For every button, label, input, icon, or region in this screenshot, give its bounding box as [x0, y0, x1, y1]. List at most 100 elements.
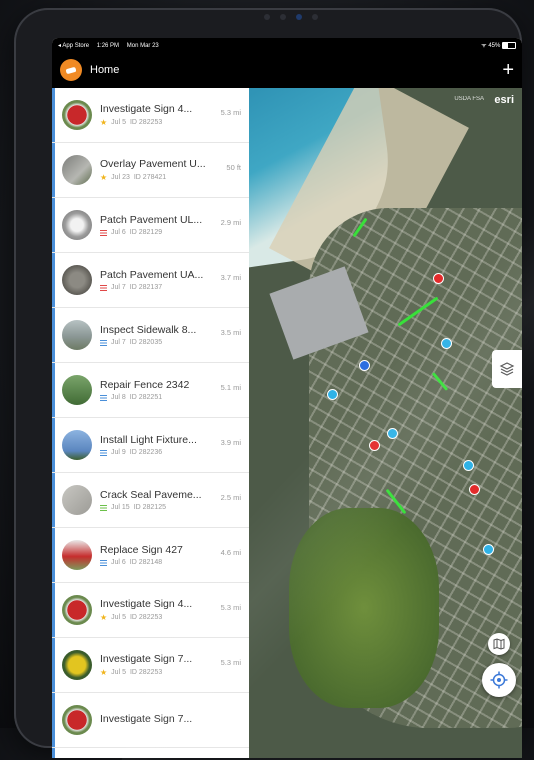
work-order-row[interactable]: Investigate Sign 4... ★ Jul 5 ID 282253 5.3 …	[52, 583, 249, 638]
app-logo-icon[interactable]	[60, 59, 82, 81]
work-order-distance: 50 ft	[226, 163, 241, 172]
work-order-thumbnail	[62, 265, 92, 295]
work-order-distance: 3.7 mi	[220, 273, 241, 282]
work-order-id: ID 282137	[129, 284, 163, 291]
work-order-row[interactable]: Install Light Fixture... Jul 9 ID 282236 3.…	[52, 418, 249, 473]
work-order-row[interactable]: Replace Sign 427 Jul 6 ID 282148 4.6 mi	[52, 528, 249, 583]
back-to-app-link[interactable]: ◂ App Store	[58, 43, 89, 49]
status-bar: ◂ App Store 1:26 PM Mon Mar 23 ᯤ 45%	[52, 38, 522, 52]
work-order-info: Investigate Sign 7...	[100, 713, 249, 728]
work-order-id: ID 282129	[129, 229, 163, 236]
work-order-date: Jul 6	[111, 559, 126, 566]
priority-bars-icon	[100, 339, 107, 346]
star-icon: ★	[100, 668, 108, 677]
work-order-pin[interactable]	[463, 460, 474, 471]
tablet-frame: ◂ App Store 1:26 PM Mon Mar 23 ᯤ 45% Hom…	[14, 8, 522, 758]
layers-icon	[499, 362, 515, 376]
work-order-meta: Jul 7 ID 282137	[100, 284, 249, 291]
work-order-distance: 3.5 mi	[220, 328, 241, 337]
work-order-date: Jul 7	[111, 284, 126, 291]
work-order-pin[interactable]	[433, 273, 444, 284]
work-order-row[interactable]: Crack Seal Paveme... Jul 15 ID 282125 2.5 m…	[52, 473, 249, 528]
work-order-id: ID 282251	[129, 394, 163, 401]
basemap-button[interactable]	[488, 633, 510, 655]
work-order-id: ID 282253	[129, 614, 163, 621]
app-screen: ◂ App Store 1:26 PM Mon Mar 23 ᯤ 45% Hom…	[52, 38, 522, 758]
map-view[interactable]: USDA FSA esri	[249, 88, 522, 758]
work-order-date: Jul 9	[111, 449, 126, 456]
work-order-id: ID 282035	[129, 339, 163, 346]
add-work-order-button[interactable]: +	[502, 60, 514, 80]
star-icon: ★	[100, 118, 108, 127]
priority-bars-icon	[100, 229, 107, 236]
work-order-date: Jul 5	[111, 119, 126, 126]
work-order-pin[interactable]	[469, 484, 480, 495]
status-time: 1:26 PM	[96, 42, 120, 49]
work-order-thumbnail	[62, 650, 92, 680]
work-order-row[interactable]: Patch Pavement UA... Jul 7 ID 282137 3.7 mi	[52, 253, 249, 308]
work-order-id: ID 282236	[129, 449, 163, 456]
work-order-date: Jul 15	[111, 504, 130, 511]
wifi-icon: ᯤ	[481, 43, 487, 49]
work-order-title: Investigate Sign 7...	[100, 712, 193, 725]
star-icon: ★	[100, 173, 108, 182]
work-order-thumbnail	[62, 430, 92, 460]
work-order-meta: ★ Jul 5 ID 282253	[100, 668, 249, 677]
priority-bars-icon	[100, 504, 107, 511]
work-order-list[interactable]: Investigate Sign 4... ★ Jul 5 ID 282253 5.3 …	[52, 88, 250, 758]
nav-bar: Home +	[52, 52, 522, 88]
work-order-meta: Jul 9 ID 282236	[100, 449, 249, 456]
work-order-row[interactable]: Investigate Sign 7...	[52, 693, 249, 748]
work-order-thumbnail	[62, 705, 92, 735]
work-order-row[interactable]: Patch Pavement UL... Jul 6 ID 282129 2.9 mi	[52, 198, 249, 253]
battery-icon	[502, 41, 516, 49]
work-order-pin[interactable]	[327, 389, 338, 400]
layers-button[interactable]	[492, 350, 522, 388]
work-order-id: ID 278421	[133, 174, 167, 181]
work-order-meta: Jul 15 ID 282125	[100, 504, 249, 511]
work-order-distance: 5.3 mi	[220, 658, 241, 667]
work-order-meta: ★ Jul 23 ID 278421	[100, 173, 249, 182]
work-order-thumbnail	[62, 155, 92, 185]
work-order-pin[interactable]	[387, 428, 398, 439]
work-order-id: ID 282253	[129, 119, 163, 126]
work-order-meta: Jul 8 ID 282251	[100, 394, 249, 401]
work-order-thumbnail	[62, 375, 92, 405]
work-order-date: Jul 7	[111, 339, 126, 346]
map-attribution: USDA FSA	[454, 96, 484, 102]
work-order-row[interactable]: Overlay Pavement U... ★ Jul 23 ID 278421 50 …	[52, 143, 249, 198]
work-order-meta: ★ Jul 5 ID 282253	[100, 613, 249, 622]
work-order-pin[interactable]	[441, 338, 452, 349]
work-order-thumbnail	[62, 320, 92, 350]
work-order-thumbnail	[62, 540, 92, 570]
work-order-id: ID 282125	[133, 504, 166, 511]
basemap-icon	[493, 638, 505, 650]
work-order-row[interactable]: Investigate Sign 7... ★ Jul 5 ID 282253 5.3 …	[52, 638, 249, 693]
star-icon: ★	[100, 613, 108, 622]
work-order-row[interactable]: Inspect Sidewalk 8... Jul 7 ID 282035 3.5 m…	[52, 308, 249, 363]
work-order-date: Jul 5	[111, 669, 126, 676]
work-order-id: ID 282253	[129, 669, 163, 676]
work-order-distance: 2.9 mi	[220, 218, 241, 227]
work-order-pin[interactable]	[483, 544, 494, 555]
work-order-meta: Jul 6 ID 282129	[100, 229, 249, 236]
work-order-row[interactable]: Investigate Sign 4... ★ Jul 5 ID 282253 5.3 …	[52, 88, 249, 143]
work-order-thumbnail	[62, 210, 92, 240]
work-order-distance: 5.3 mi	[220, 603, 241, 612]
page-title: Home	[90, 64, 120, 76]
work-order-distance: 3.9 mi	[220, 438, 241, 447]
locate-button[interactable]	[482, 663, 516, 697]
work-order-pin[interactable]	[369, 440, 380, 451]
work-order-date: Jul 8	[111, 394, 126, 401]
work-order-distance: 4.6 mi	[220, 548, 241, 557]
status-date: Mon Mar 23	[126, 42, 159, 49]
priority-bars-icon	[100, 449, 107, 456]
work-order-meta: ★ Jul 5 ID 282253	[100, 118, 249, 127]
work-order-date: Jul 23	[111, 174, 130, 181]
work-order-date: Jul 5	[111, 614, 126, 621]
work-order-date: Jul 6	[111, 229, 126, 236]
work-order-distance: 2.5 mi	[220, 493, 241, 502]
work-order-row[interactable]: Repair Fence 2342 Jul 8 ID 282251 5.1 mi	[52, 363, 249, 418]
work-order-meta: Jul 6 ID 282148	[100, 559, 249, 566]
priority-bars-icon	[100, 284, 107, 291]
